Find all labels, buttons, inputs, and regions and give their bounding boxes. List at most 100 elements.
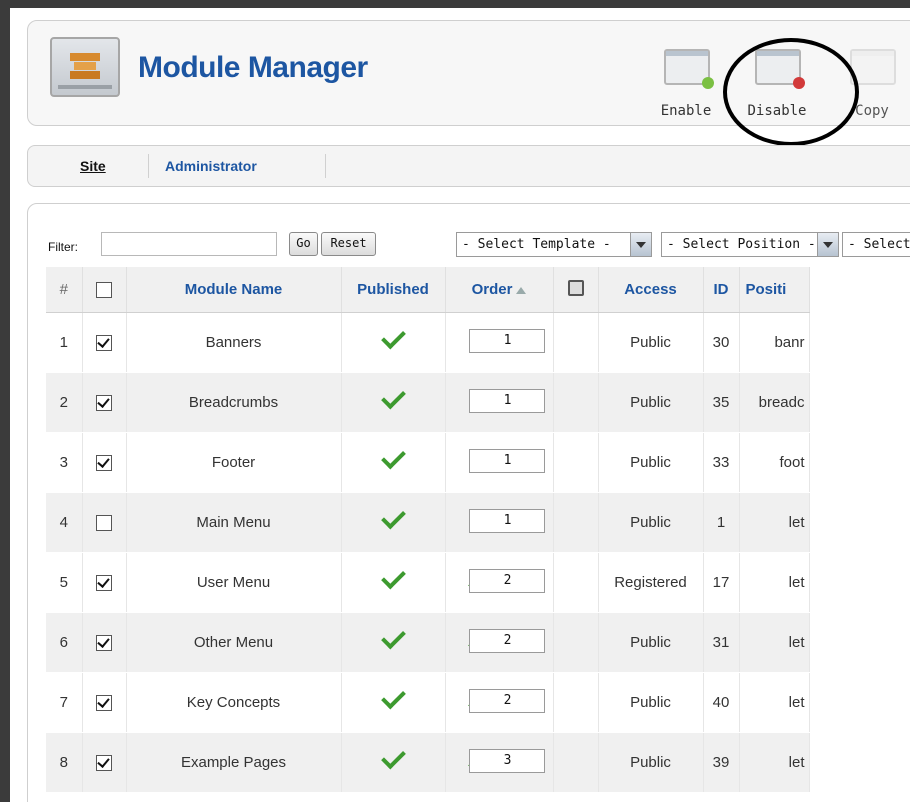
header-id[interactable]: ID <box>703 267 740 313</box>
published-cell[interactable] <box>341 552 446 613</box>
order-input-cell: 1 <box>468 432 599 493</box>
row-select-cell[interactable] <box>82 492 127 553</box>
module-name-link[interactable]: User Menu <box>126 552 342 613</box>
access-link[interactable]: Public <box>598 672 704 733</box>
published-cell[interactable] <box>341 372 446 433</box>
row-checkbox[interactable] <box>96 695 112 712</box>
published-check-icon[interactable] <box>380 324 406 349</box>
published-cell[interactable] <box>341 312 446 373</box>
published-cell[interactable] <box>341 732 446 793</box>
select-template-value: - Select Template - <box>462 237 611 252</box>
select-template[interactable]: - Select Template - <box>456 232 652 257</box>
enable-button[interactable]: Enable <box>650 41 722 125</box>
select-type[interactable]: - Select <box>842 232 910 257</box>
order-input[interactable]: 2 <box>468 569 545 593</box>
module-name-link[interactable]: Breadcrumbs <box>126 372 342 433</box>
copy-icon <box>850 49 896 85</box>
row-checkbox[interactable] <box>96 455 112 472</box>
header-save-order[interactable] <box>553 267 599 313</box>
published-cell[interactable] <box>341 612 446 673</box>
access-link[interactable]: Public <box>598 432 704 493</box>
module-name-link[interactable]: Footer <box>126 432 342 493</box>
copy-label: Copy <box>855 103 889 119</box>
module-id: 17 <box>703 552 740 613</box>
go-button[interactable]: Go <box>289 232 318 256</box>
modules-table: # Module Name Published Order Access ID … <box>46 267 810 793</box>
order-input-cell: 2 <box>468 672 599 733</box>
access-link[interactable]: Public <box>598 312 704 373</box>
tab-administrator[interactable]: Administrator <box>165 158 257 174</box>
row-select-cell[interactable] <box>82 612 127 673</box>
order-input[interactable]: 1 <box>468 449 545 473</box>
row-select-cell[interactable] <box>82 552 127 613</box>
row-select-cell[interactable] <box>82 372 127 433</box>
row-checkbox[interactable] <box>96 635 112 652</box>
order-input-cell: 1 <box>468 492 599 553</box>
published-cell[interactable] <box>341 492 446 553</box>
published-check-icon[interactable] <box>380 684 406 709</box>
table-row: 6 Other Menu 2 Public 31 let <box>46 612 810 673</box>
module-position: breadc <box>739 372 810 433</box>
row-number: 3 <box>46 432 83 493</box>
order-input-cell: 2 <box>468 612 599 673</box>
order-input[interactable]: 2 <box>468 689 545 713</box>
published-cell[interactable] <box>341 432 446 493</box>
table-row: 7 Key Concepts 2 Public 40 let <box>46 672 810 733</box>
module-name-link[interactable]: Example Pages <box>126 732 342 793</box>
header-select-all[interactable] <box>82 267 127 313</box>
row-number: 1 <box>46 312 83 373</box>
enable-label: Enable <box>660 103 712 119</box>
published-cell[interactable] <box>341 672 446 733</box>
order-input[interactable]: 3 <box>468 749 545 773</box>
published-check-icon[interactable] <box>380 504 406 529</box>
published-check-icon[interactable] <box>380 744 406 769</box>
filter-input[interactable] <box>101 232 277 256</box>
access-link[interactable]: Public <box>598 612 704 673</box>
order-input[interactable]: 1 <box>468 509 545 533</box>
reset-button[interactable]: Reset <box>321 232 376 256</box>
access-link[interactable]: Public <box>598 492 704 553</box>
row-checkbox[interactable] <box>96 395 112 412</box>
row-number: 6 <box>46 612 83 673</box>
row-checkbox[interactable] <box>96 335 112 352</box>
module-name-link[interactable]: Main Menu <box>126 492 342 553</box>
module-name-link[interactable]: Other Menu <box>126 612 342 673</box>
order-input[interactable]: 1 <box>468 389 545 413</box>
save-icon[interactable] <box>567 279 584 296</box>
access-link[interactable]: Public <box>598 732 704 793</box>
order-input[interactable]: 2 <box>468 629 545 653</box>
published-check-icon[interactable] <box>380 564 406 589</box>
copy-button[interactable]: Copy <box>836 41 908 125</box>
published-check-icon[interactable] <box>380 624 406 649</box>
tab-site[interactable]: Site <box>80 158 106 174</box>
header-published[interactable]: Published <box>341 267 446 313</box>
disable-label: Disable <box>747 103 807 119</box>
module-name-link[interactable]: Banners <box>126 312 342 373</box>
row-select-cell[interactable] <box>82 312 127 373</box>
row-checkbox[interactable] <box>96 755 112 772</box>
module-id: 39 <box>703 732 740 793</box>
published-check-icon[interactable] <box>380 384 406 409</box>
access-link[interactable]: Registered <box>598 552 704 613</box>
row-checkbox[interactable] <box>96 575 112 592</box>
header-access[interactable]: Access <box>598 267 704 313</box>
disable-button[interactable]: Disable <box>741 41 813 125</box>
order-input[interactable]: 1 <box>468 329 545 353</box>
module-position: foot <box>739 432 810 493</box>
header-order[interactable]: Order <box>445 267 554 313</box>
row-select-cell[interactable] <box>82 672 127 733</box>
row-select-cell[interactable] <box>82 732 127 793</box>
published-check-icon[interactable] <box>380 444 406 469</box>
module-manager-icon <box>50 37 120 97</box>
select-position[interactable]: - Select Position - <box>661 232 839 257</box>
select-all-checkbox[interactable] <box>96 282 112 299</box>
chevron-down-icon <box>817 233 838 256</box>
header-position[interactable]: Positi <box>739 267 810 313</box>
module-name-link[interactable]: Key Concepts <box>126 672 342 733</box>
access-link[interactable]: Public <box>598 372 704 433</box>
row-checkbox[interactable] <box>96 515 112 532</box>
module-id: 35 <box>703 372 740 433</box>
row-select-cell[interactable] <box>82 432 127 493</box>
disable-icon <box>755 49 805 89</box>
header-module-name[interactable]: Module Name <box>126 267 342 313</box>
